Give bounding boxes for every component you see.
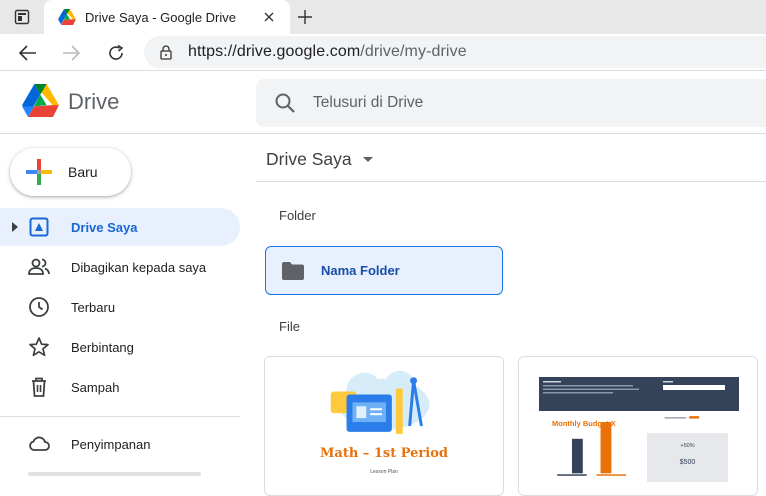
sidebar-item-starred[interactable]: Berbintang	[0, 328, 240, 366]
tab-actions-icon[interactable]	[12, 8, 32, 26]
forward-icon[interactable]	[58, 40, 84, 66]
new-button-label: Baru	[68, 164, 98, 180]
sidebar-divider	[0, 416, 240, 417]
clock-icon	[29, 297, 49, 317]
section-heading-files: File	[279, 319, 300, 334]
breadcrumb[interactable]: Drive Saya	[266, 149, 374, 170]
chevron-down-icon	[362, 156, 373, 162]
folder-icon	[282, 261, 304, 280]
browser-tab[interactable]: Drive Saya - Google Drive	[44, 0, 290, 34]
star-icon	[29, 337, 49, 357]
search-icon[interactable]	[274, 92, 296, 114]
app-name: Drive	[68, 89, 120, 114]
lock-icon	[160, 45, 172, 60]
sidebar-item-storage[interactable]: Penyimpanan	[0, 425, 240, 463]
sidebar-item-my-drive[interactable]: Drive Saya	[0, 208, 240, 246]
sidebar-item-label: Dibagikan kepada saya	[71, 259, 207, 275]
browser-titlebar: Drive Saya - Google Drive	[0, 0, 766, 34]
section-heading-folders: Folder	[279, 208, 316, 223]
google-drive-favicon-icon	[58, 9, 76, 25]
sidebar-item-label: Drive Saya	[71, 219, 138, 235]
cloud-icon	[29, 436, 50, 451]
file-thumbnail-title: Math – 1st Period	[320, 446, 448, 461]
summary-percent: +50%	[680, 443, 695, 449]
search-input[interactable]: Telusuri di Drive	[313, 94, 423, 112]
tab-close-icon[interactable]	[260, 8, 278, 26]
trash-icon	[32, 377, 46, 397]
breadcrumb-label: Drive Saya	[266, 149, 352, 169]
url-path: /drive/my-drive	[360, 43, 467, 60]
my-drive-icon	[29, 217, 49, 237]
file-card[interactable]: Monthly Budget X +50% $500	[518, 356, 758, 496]
shared-people-icon	[28, 258, 50, 275]
tab-title: Drive Saya - Google Drive	[85, 9, 236, 25]
sidebar-item-label: Berbintang	[71, 339, 134, 355]
new-tab-icon[interactable]	[294, 6, 316, 28]
sidebar-item-label: Terbaru	[71, 299, 116, 315]
address-bar[interactable]: https://drive.google.com/drive/my-drive	[144, 36, 766, 68]
reload-icon[interactable]	[103, 40, 129, 66]
folder-item[interactable]: Nama Folder	[265, 246, 503, 295]
file-thumbnail-summary-box: +50% $500	[647, 433, 728, 482]
sidebar-item-recent[interactable]: Terbaru	[0, 288, 240, 326]
file-thumbnail-subtitle: Lesson Plan	[370, 469, 398, 475]
file-card[interactable]: Math – 1st Period Lesson Plan	[264, 356, 504, 496]
google-drive-logo-icon[interactable]	[22, 84, 59, 117]
search-bar[interactable]: Telusuri di Drive	[256, 79, 766, 127]
sidebar-item-label: Penyimpanan	[71, 436, 151, 452]
sidebar: Baru Drive Saya Dibagikan kepada saya Te…	[0, 135, 256, 483]
browser-toolbar: https://drive.google.com/drive/my-drive	[0, 34, 766, 71]
main-divider	[256, 181, 766, 182]
url-text: https://drive.google.com/drive/my-drive	[188, 43, 467, 61]
folder-name: Nama Folder	[321, 263, 400, 278]
sidebar-item-trash[interactable]: Sampah	[0, 368, 240, 406]
drive-header: Drive Telusuri di Drive	[0, 71, 766, 134]
back-icon[interactable]	[15, 40, 41, 66]
main-content: Drive Saya Folder Nama Folder File Math …	[256, 135, 766, 496]
url-host: https://drive.google.com	[188, 43, 361, 60]
sidebar-item-shared[interactable]: Dibagikan kepada saya	[0, 248, 240, 286]
new-button[interactable]: Baru	[10, 148, 131, 196]
summary-value: $500	[679, 459, 696, 466]
sidebar-item-label: Sampah	[71, 379, 120, 395]
storage-progress-bar	[28, 472, 201, 476]
plus-icon	[26, 159, 52, 185]
expand-caret-icon[interactable]	[12, 222, 18, 232]
